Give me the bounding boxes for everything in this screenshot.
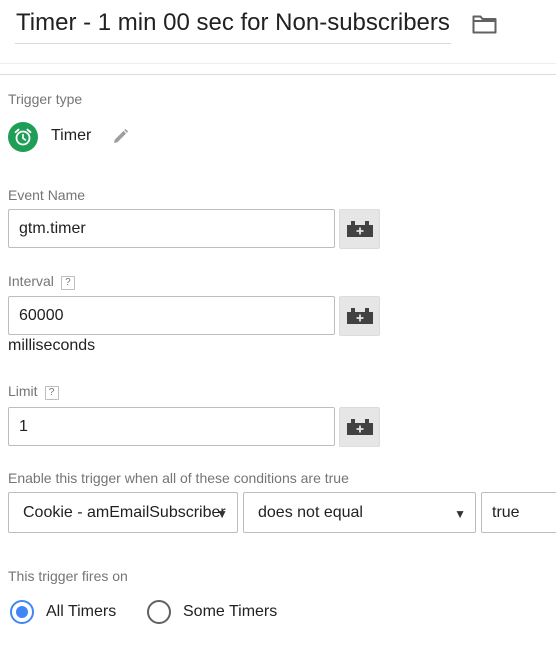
fires-on-label: This trigger fires on (8, 568, 128, 584)
condition-value-input[interactable] (481, 492, 556, 533)
variable-picker-button[interactable] (339, 296, 380, 336)
condition-variable-value: Cookie - amEmailSubscriber (23, 503, 226, 521)
header-divider-light (0, 63, 556, 64)
dropdown-arrow-icon: ▼ (454, 507, 466, 521)
radio-checked-icon[interactable] (10, 600, 34, 624)
folder-icon[interactable] (472, 14, 497, 34)
variable-brick-icon (346, 308, 373, 324)
interval-input[interactable] (8, 296, 335, 335)
radio-all-timers[interactable]: All Timers (10, 600, 116, 624)
header-divider (0, 74, 556, 75)
trigger-type-label: Trigger type (8, 91, 83, 107)
title-row: Timer - 1 min 00 sec for Non-subscribers (15, 6, 451, 44)
variable-brick-icon (346, 221, 373, 237)
radio-some-timers[interactable]: Some Timers (147, 600, 277, 624)
help-icon[interactable]: ? (44, 386, 59, 400)
dropdown-arrow-icon: ▼ (216, 507, 228, 521)
variable-picker-button[interactable] (339, 407, 380, 447)
conditions-label: Enable this trigger when all of these co… (8, 470, 349, 486)
condition-variable-select[interactable]: Cookie - amEmailSubscriber ▼ (8, 492, 238, 533)
limit-input[interactable] (8, 407, 335, 446)
variable-picker-button[interactable] (339, 209, 380, 249)
variable-brick-icon (346, 419, 373, 435)
alarm-clock-icon (8, 122, 38, 152)
condition-operator-value: does not equal (258, 503, 363, 521)
trigger-editor: Timer - 1 min 00 sec for Non-subscribers… (0, 0, 556, 647)
interval-units: milliseconds (8, 337, 96, 354)
condition-operator-select[interactable]: does not equal ▼ (243, 492, 476, 533)
interval-label-text: Interval (8, 273, 54, 289)
limit-label: Limit? (8, 383, 59, 400)
help-icon[interactable]: ? (60, 276, 75, 290)
limit-label-text: Limit (8, 383, 38, 399)
radio-label-some-timers: Some Timers (183, 603, 278, 620)
trigger-type-name: Timer (51, 127, 92, 144)
trigger-title-input[interactable]: Timer - 1 min 00 sec for Non-subscribers (15, 7, 451, 44)
radio-unchecked-icon[interactable] (147, 600, 171, 624)
event-name-input[interactable] (8, 209, 335, 248)
interval-label: Interval? (8, 273, 75, 290)
event-name-label: Event Name (8, 187, 86, 203)
pencil-icon[interactable] (112, 128, 129, 145)
radio-label-all-timers: All Timers (46, 603, 117, 620)
